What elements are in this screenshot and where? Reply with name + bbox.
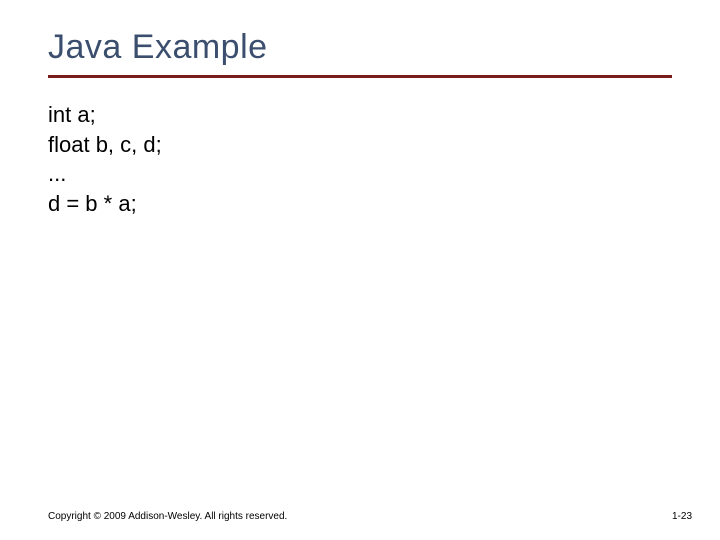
footer-copyright: Copyright © 2009 Addison-Wesley. All rig… <box>48 511 287 522</box>
title-divider <box>48 75 672 78</box>
code-line-4: d = b * a; <box>48 189 672 219</box>
code-line-3: ... <box>48 159 672 189</box>
slide: Java Example int a; float b, c, d; ... d… <box>0 0 720 540</box>
footer-page-number: 1-23 <box>672 511 692 522</box>
code-line-1: int a; <box>48 100 672 130</box>
slide-title: Java Example <box>48 28 672 67</box>
slide-body: int a; float b, c, d; ... d = b * a; <box>48 100 672 219</box>
code-line-2: float b, c, d; <box>48 130 672 160</box>
